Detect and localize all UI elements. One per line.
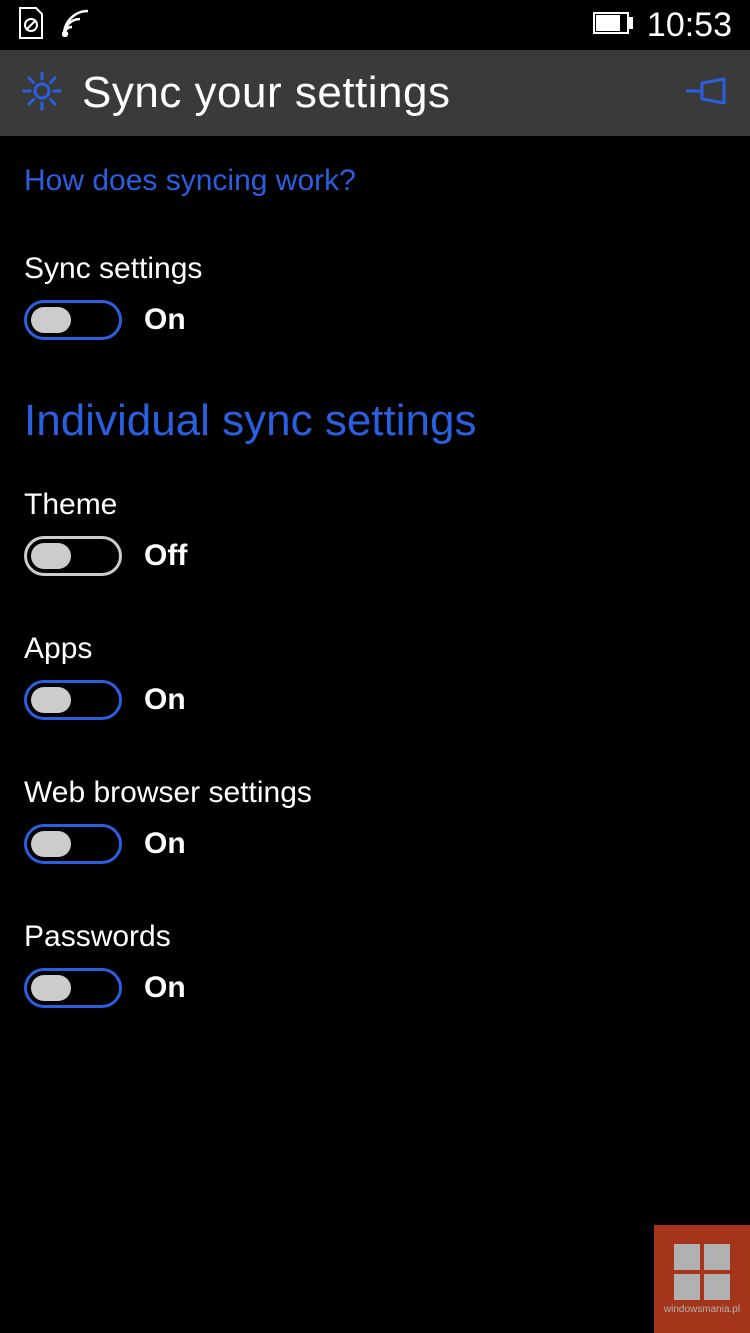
battery-icon bbox=[593, 12, 633, 39]
gear-icon bbox=[20, 69, 64, 118]
theme-row: Theme Off bbox=[24, 488, 726, 576]
passwords-row: Passwords On bbox=[24, 920, 726, 1008]
page-header: Sync your settings bbox=[0, 50, 750, 136]
web-browser-label: Web browser settings bbox=[24, 776, 726, 810]
page-title: Sync your settings bbox=[82, 68, 684, 118]
help-link[interactable]: How does syncing work? bbox=[24, 164, 726, 198]
apps-state: On bbox=[144, 683, 186, 717]
windows-logo-icon bbox=[674, 1244, 730, 1300]
passwords-label: Passwords bbox=[24, 920, 726, 954]
passwords-toggle[interactable] bbox=[24, 968, 122, 1008]
web-browser-toggle[interactable] bbox=[24, 824, 122, 864]
sync-settings-state: On bbox=[144, 303, 186, 337]
passwords-state: On bbox=[144, 971, 186, 1005]
theme-state: Off bbox=[144, 539, 187, 573]
pin-icon[interactable] bbox=[684, 75, 730, 112]
watermark: windowsmania.pl bbox=[654, 1225, 750, 1333]
sim-lock-icon bbox=[18, 6, 44, 45]
apps-row: Apps On bbox=[24, 632, 726, 720]
sync-settings-label: Sync settings bbox=[24, 252, 726, 286]
web-browser-state: On bbox=[144, 827, 186, 861]
sync-settings-toggle[interactable] bbox=[24, 300, 122, 340]
sync-settings-row: Sync settings On bbox=[24, 252, 726, 340]
status-bar: 10:53 bbox=[0, 0, 750, 50]
status-time: 10:53 bbox=[647, 6, 732, 45]
theme-label: Theme bbox=[24, 488, 726, 522]
apps-toggle[interactable] bbox=[24, 680, 122, 720]
apps-label: Apps bbox=[24, 632, 726, 666]
watermark-text: windowsmania.pl bbox=[664, 1304, 740, 1315]
wifi-icon bbox=[62, 9, 98, 42]
web-browser-row: Web browser settings On bbox=[24, 776, 726, 864]
content-area: How does syncing work? Sync settings On … bbox=[0, 136, 750, 1008]
section-heading: Individual sync settings bbox=[24, 396, 726, 446]
theme-toggle[interactable] bbox=[24, 536, 122, 576]
